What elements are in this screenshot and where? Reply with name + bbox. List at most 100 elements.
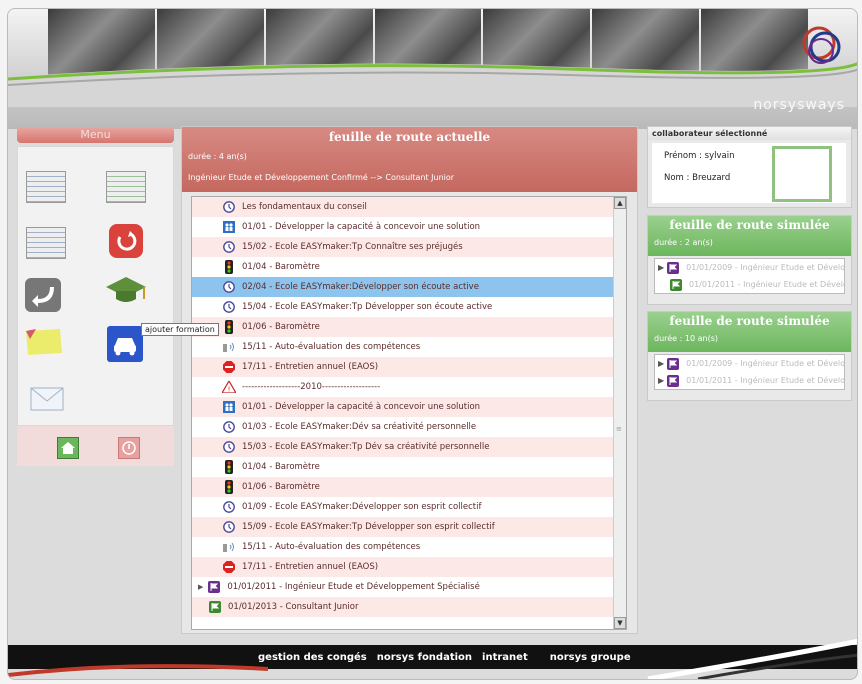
roadmap-rows: Les fondamentaux du conseil 01/01 - Dével…	[192, 197, 614, 617]
list-item[interactable]: 01/04 - Baromètre	[192, 457, 614, 477]
car-icon[interactable]	[106, 325, 144, 363]
traffic-light-icon	[222, 460, 236, 474]
scrollbar[interactable]: ▲ ≡ ▼	[613, 197, 626, 629]
footer-link-group[interactable]: norsys groupe	[550, 652, 631, 663]
duration-label: durée : 2 an(s)	[654, 238, 713, 247]
list-item[interactable]: 01/06 - Baromètre	[192, 317, 614, 337]
green-flag-icon	[669, 278, 683, 292]
career-path-label: Ingénieur Etude et Développement Confirm…	[188, 173, 455, 182]
list-item[interactable]: ▶ 01/01/2011 - Ingénieur Etude et Dévelo…	[655, 372, 844, 389]
list-item[interactable]: ! -------------------2010----------------…	[192, 377, 614, 397]
list-item[interactable]: 15/11 - Auto-évaluation des compétences	[192, 537, 614, 557]
list-item[interactable]: 15/09 - Ecole EASYmaker:Tp Développer so…	[192, 517, 614, 537]
clock-icon	[222, 500, 236, 514]
list-item-label: 15/11 - Auto-évaluation des compétences	[242, 342, 421, 352]
list-item-label: 01/04 - Baromètre	[242, 462, 320, 472]
list-item-label: 15/09 - Ecole EASYmaker:Tp Développer so…	[242, 522, 495, 532]
simulated-roadmap-panel: feuille de route simulée durée : 2 an(s)…	[647, 215, 852, 305]
svg-text:!: !	[228, 386, 231, 394]
list-item[interactable]: 15/03 - Ecole EASYmaker:Tp Dév sa créati…	[192, 437, 614, 457]
simulated-roadmap-panel: feuille de route simulée durée : 10 an(s…	[647, 311, 852, 401]
list-item-label: 01/01/2013 - Consultant Junior	[228, 602, 359, 612]
people-icon	[222, 220, 236, 234]
list-item[interactable]: 15/04 - Ecole EASYmaker:Tp Développer so…	[192, 297, 614, 317]
list-item[interactable]: 01/04 - Baromètre	[192, 257, 614, 277]
speaker-icon	[222, 540, 236, 554]
list-item-label: 15/02 - Ecole EASYmaker:Tp Connaître ses…	[242, 242, 463, 252]
list-item[interactable]: 01/01/2011 - Ingénieur Etude et Développ…	[655, 276, 844, 293]
list-item[interactable]: 01/01 - Développer la capacité à concevo…	[192, 397, 614, 417]
list-item-label: 01/01/2009 - Ingénieur Etude et Développ…	[686, 263, 845, 272]
refresh-icon[interactable]	[108, 223, 144, 259]
list-item[interactable]: 01/09 - Ecole EASYmaker:Développer son e…	[192, 497, 614, 517]
list-item-label: 01/06 - Baromètre	[242, 322, 320, 332]
list-item-label: 01/01/2011 - Ingénieur Etude et Développ…	[686, 376, 845, 385]
clock-icon	[222, 440, 236, 454]
list-item-label: 01/01/2009 - Ingénieur Etude et Développ…	[686, 359, 845, 368]
list-item[interactable]: ▶ 01/01/2009 - Ingénieur Etude et Dévelo…	[655, 259, 844, 276]
footer-link-intranet[interactable]: intranet	[482, 652, 528, 663]
clock-icon	[222, 280, 236, 294]
current-roadmap-panel: feuille de route actuelle durée : 4 an(s…	[181, 126, 638, 634]
list-item-label: 01/01/2011 - Ingénieur Etude et Développ…	[227, 582, 480, 592]
avatar	[772, 146, 832, 202]
back-arrow-icon[interactable]	[24, 277, 62, 313]
duration-label: durée : 10 an(s)	[654, 334, 718, 343]
list-item[interactable]: 17/11 - Entretien annuel (EAOS)	[192, 357, 614, 377]
list-item[interactable]: 15/02 - Ecole EASYmaker:Tp Connaître ses…	[192, 237, 614, 257]
simulated-roadmap-list[interactable]: ▶ 01/01/2009 - Ingénieur Etude et Dévelo…	[654, 354, 845, 390]
list-item[interactable]: ▶ 01/01/2009 - Ingénieur Etude et Dévelo…	[655, 355, 844, 372]
list-item-label: 02/04 - Ecole EASYmaker:Développer son é…	[242, 282, 479, 292]
list-item-label: 15/04 - Ecole EASYmaker:Tp Développer so…	[242, 302, 493, 312]
list-item[interactable]: 01/03 - Ecole EASYmaker:Dév sa créativit…	[192, 417, 614, 437]
scroll-grip[interactable]: ≡	[616, 425, 624, 433]
speaker-icon	[222, 340, 236, 354]
table-icon[interactable]	[106, 171, 146, 203]
list-item-label: 15/03 - Ecole EASYmaker:Tp Dév sa créati…	[242, 442, 490, 452]
expand-arrow-icon[interactable]: ▶	[658, 376, 664, 385]
home-icon[interactable]	[57, 437, 79, 459]
clock-icon	[222, 200, 236, 214]
list-item[interactable]: 01/01 - Développer la capacité à concevo…	[192, 217, 614, 237]
clock-icon	[222, 300, 236, 314]
footer-link-leave[interactable]: gestion des congés	[258, 652, 367, 663]
list-item[interactable]: 01/06 - Baromètre	[192, 477, 614, 497]
purple-flag-icon	[666, 357, 680, 371]
list-item-label: 01/06 - Baromètre	[242, 482, 320, 492]
table-icon[interactable]	[26, 227, 66, 259]
scroll-down-button[interactable]: ▼	[614, 617, 626, 629]
simulated-roadmap-list[interactable]: ▶ 01/01/2009 - Ingénieur Etude et Dévelo…	[654, 258, 845, 294]
graduation-cap-icon[interactable]	[104, 273, 148, 305]
list-item-label: 17/11 - Entretien annuel (EAOS)	[242, 562, 379, 572]
stop-icon	[222, 360, 236, 374]
tooltip: ajouter formation	[141, 323, 219, 336]
table-icon[interactable]	[26, 171, 66, 203]
list-item[interactable]: 15/11 - Auto-évaluation des compétences	[192, 337, 614, 357]
first-name: Prénom : sylvain	[664, 151, 735, 161]
panel-header: feuille de route actuelle durée : 4 an(s…	[182, 127, 637, 192]
panel-title: feuille de route simulée	[669, 218, 830, 232]
list-item[interactable]: Les fondamentaux du conseil	[192, 197, 614, 217]
list-item-label: 17/11 - Entretien annuel (EAOS)	[242, 362, 379, 372]
alert-icon[interactable]	[118, 437, 140, 459]
list-item[interactable]: 02/04 - Ecole EASYmaker:Développer son é…	[192, 277, 614, 297]
list-item-label: 01/01 - Développer la capacité à concevo…	[242, 222, 481, 232]
panel-title: collaborateur sélectionné	[648, 127, 851, 140]
mail-icon[interactable]	[30, 387, 64, 411]
scroll-up-button[interactable]: ▲	[614, 197, 626, 209]
list-item[interactable]: ▶ 01/01/2011 - Ingénieur Etude et Dévelop…	[192, 577, 614, 597]
panel-title: feuille de route actuelle	[328, 130, 491, 144]
list-item[interactable]: 17/11 - Entretien annuel (EAOS)	[192, 557, 614, 577]
header: norsysways	[8, 9, 857, 129]
traffic-light-icon	[222, 320, 236, 334]
expand-arrow-icon[interactable]: ▶	[658, 359, 664, 368]
sticky-note-icon[interactable]	[22, 327, 64, 357]
list-item-label: -------------------2010-----------------…	[242, 382, 381, 392]
roadmap-list[interactable]: Les fondamentaux du conseil 01/01 - Dével…	[191, 196, 627, 630]
expand-arrow-icon[interactable]: ▶	[198, 583, 203, 591]
list-item[interactable]: 01/01/2013 - Consultant Junior	[192, 597, 614, 617]
list-item-label: 01/04 - Baromètre	[242, 262, 320, 272]
expand-arrow-icon[interactable]: ▶	[658, 263, 664, 272]
purple-flag-icon	[666, 374, 680, 388]
footer-link-foundation[interactable]: norsys fondation	[377, 652, 472, 663]
